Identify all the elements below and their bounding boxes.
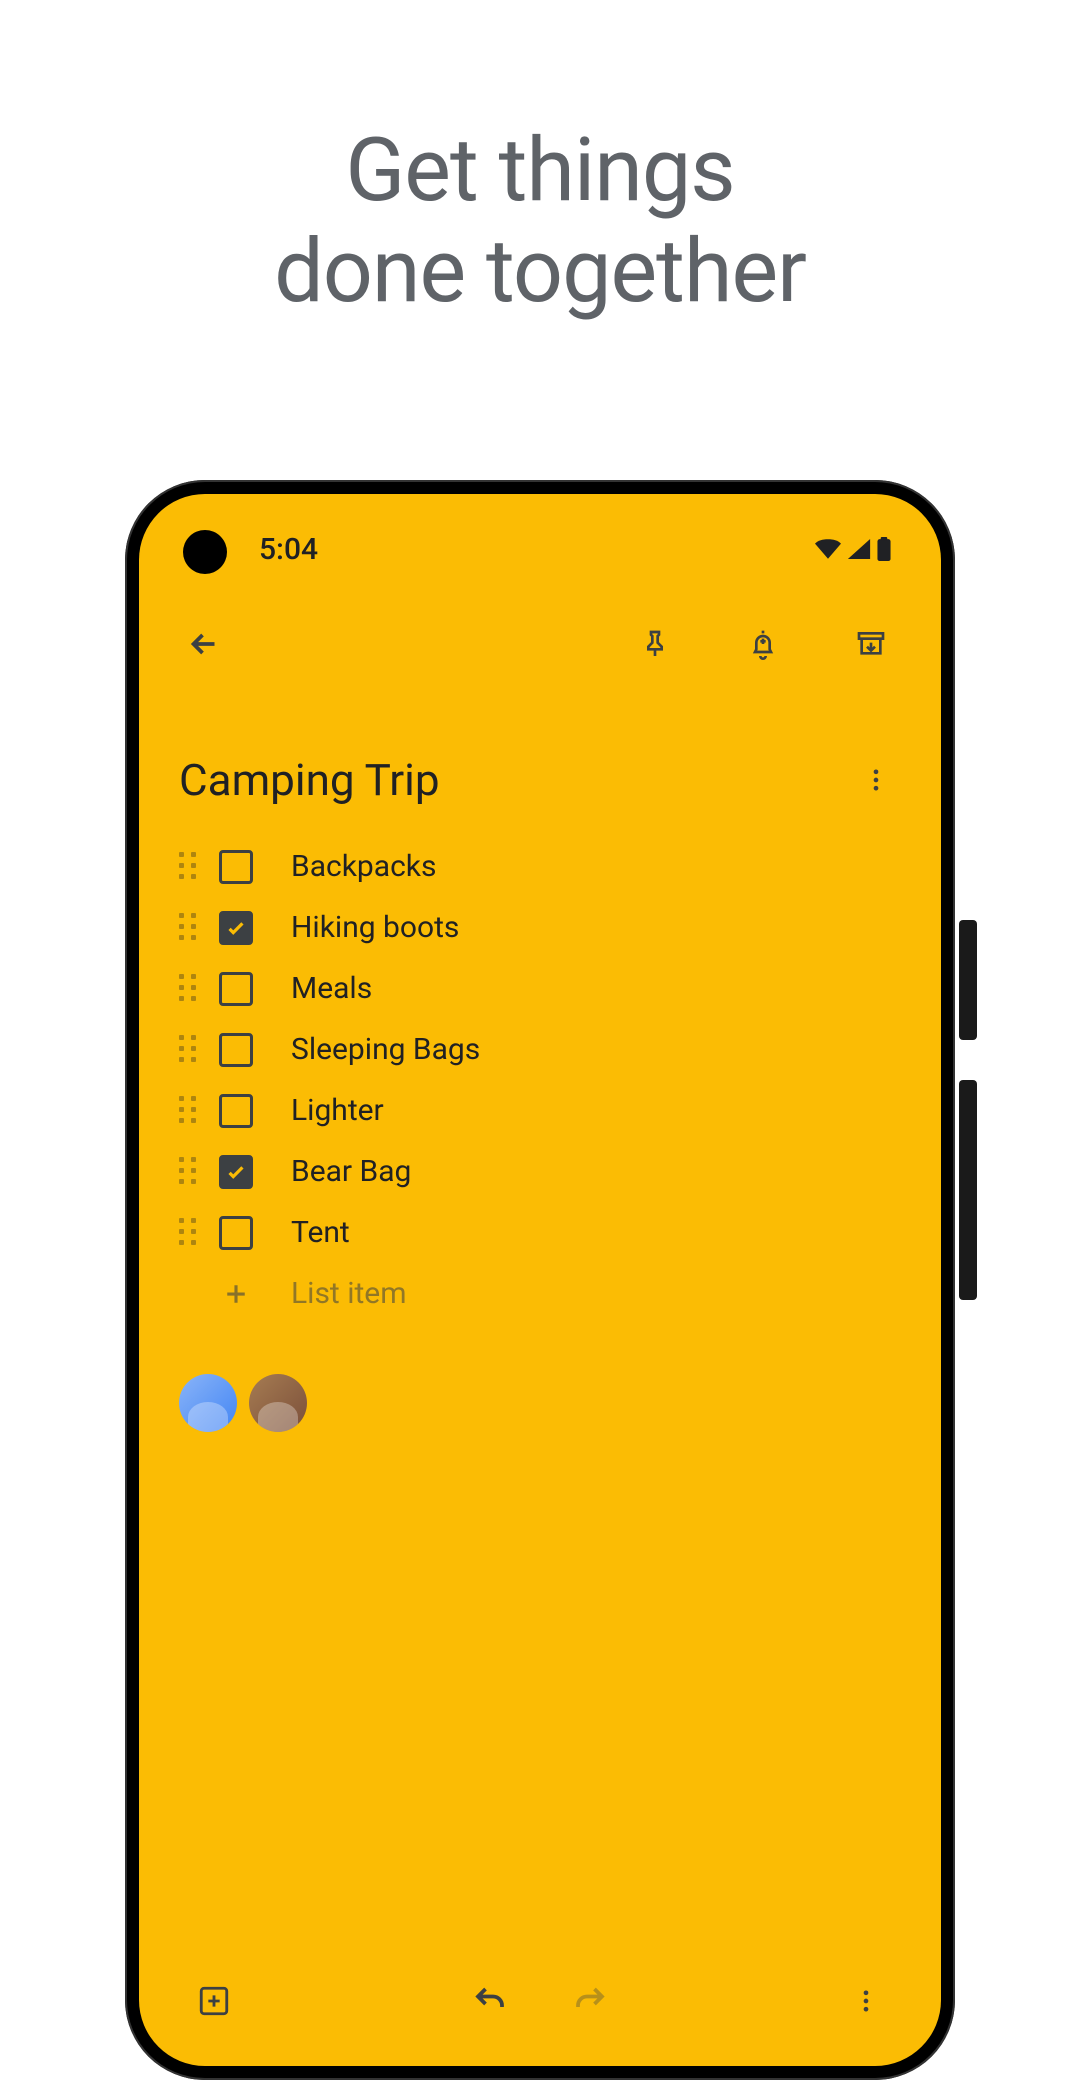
checklist-item: Meals [179, 958, 901, 1019]
reminder-button[interactable] [733, 614, 793, 674]
undo-button[interactable] [465, 1976, 515, 2026]
note-bottom-bar [139, 1976, 941, 2026]
checklist-item: Tent [179, 1202, 901, 1263]
drag-handle-icon[interactable] [179, 1157, 199, 1187]
checkbox[interactable] [219, 1094, 253, 1128]
drag-handle-icon[interactable] [179, 913, 199, 943]
battery-icon [877, 537, 891, 561]
collaborators [139, 1334, 941, 1472]
redo-icon [572, 1983, 608, 2019]
checkbox[interactable] [219, 1216, 253, 1250]
cell-signal-icon [847, 539, 871, 559]
checklist-item-text[interactable]: Lighter [291, 1093, 384, 1128]
checklist-item: Sleeping Bags [179, 1019, 901, 1080]
phone-side-button [959, 920, 977, 1040]
drag-handle-icon[interactable] [179, 1218, 199, 1248]
checkbox[interactable] [219, 850, 253, 884]
checklist-item: Lighter [179, 1080, 901, 1141]
checklist-item-text[interactable]: Tent [291, 1215, 350, 1250]
checkbox[interactable] [219, 911, 253, 945]
phone-screen: 5:04 [139, 494, 941, 2066]
phone-camera [183, 530, 227, 574]
bottom-more-button[interactable] [841, 1976, 891, 2026]
redo-button[interactable] [565, 1976, 615, 2026]
checkbox[interactable] [219, 1155, 253, 1189]
more-options-button[interactable] [851, 755, 901, 805]
checkbox[interactable] [219, 1033, 253, 1067]
note-title[interactable]: Camping Trip [179, 754, 851, 806]
bell-plus-icon [747, 628, 779, 660]
plus-icon [219, 1277, 253, 1311]
undo-icon [472, 1983, 508, 2019]
checklist-item: Bear Bag [179, 1141, 901, 1202]
collaborator-avatar[interactable] [179, 1374, 237, 1432]
note-top-bar [139, 574, 941, 694]
add-list-item[interactable]: List item [179, 1263, 901, 1324]
checkbox[interactable] [219, 972, 253, 1006]
hero-line-1: Get things [0, 120, 1080, 221]
checklist: Backpacks Hiking boots Meals Sleeping Ba… [139, 826, 941, 1334]
phone-side-button [959, 1080, 977, 1300]
status-bar: 5:04 [139, 494, 941, 574]
hero-line-2: done together [0, 221, 1080, 322]
archive-icon [855, 628, 887, 660]
drag-handle-icon[interactable] [179, 1035, 199, 1065]
checklist-item-text[interactable]: Meals [291, 971, 372, 1006]
checklist-item: Hiking boots [179, 897, 901, 958]
more-vertical-icon [852, 1987, 880, 2015]
checklist-item-text[interactable]: Backpacks [291, 849, 436, 884]
add-box-icon [197, 1984, 231, 2018]
checklist-item-text[interactable]: Bear Bag [291, 1154, 411, 1189]
checklist-item-text[interactable]: Sleeping Bags [291, 1032, 480, 1067]
add-content-button[interactable] [189, 1976, 239, 2026]
pin-button[interactable] [625, 614, 685, 674]
drag-handle-icon[interactable] [179, 852, 199, 882]
phone-frame: 5:04 [125, 480, 955, 2080]
status-time: 5:04 [259, 532, 318, 567]
archive-button[interactable] [841, 614, 901, 674]
checklist-item-text[interactable]: Hiking boots [291, 910, 459, 945]
pin-icon [639, 628, 671, 660]
back-button[interactable] [179, 619, 229, 669]
checklist-item: Backpacks [179, 836, 901, 897]
wifi-icon [815, 539, 841, 559]
status-icons [815, 537, 891, 561]
drag-handle-icon[interactable] [179, 974, 199, 1004]
note-header: Camping Trip [139, 694, 941, 826]
collaborator-avatar[interactable] [249, 1374, 307, 1432]
more-vertical-icon [862, 766, 890, 794]
drag-handle-icon[interactable] [179, 1096, 199, 1126]
add-item-placeholder: List item [291, 1276, 407, 1311]
hero-heading: Get things done together [0, 0, 1080, 322]
